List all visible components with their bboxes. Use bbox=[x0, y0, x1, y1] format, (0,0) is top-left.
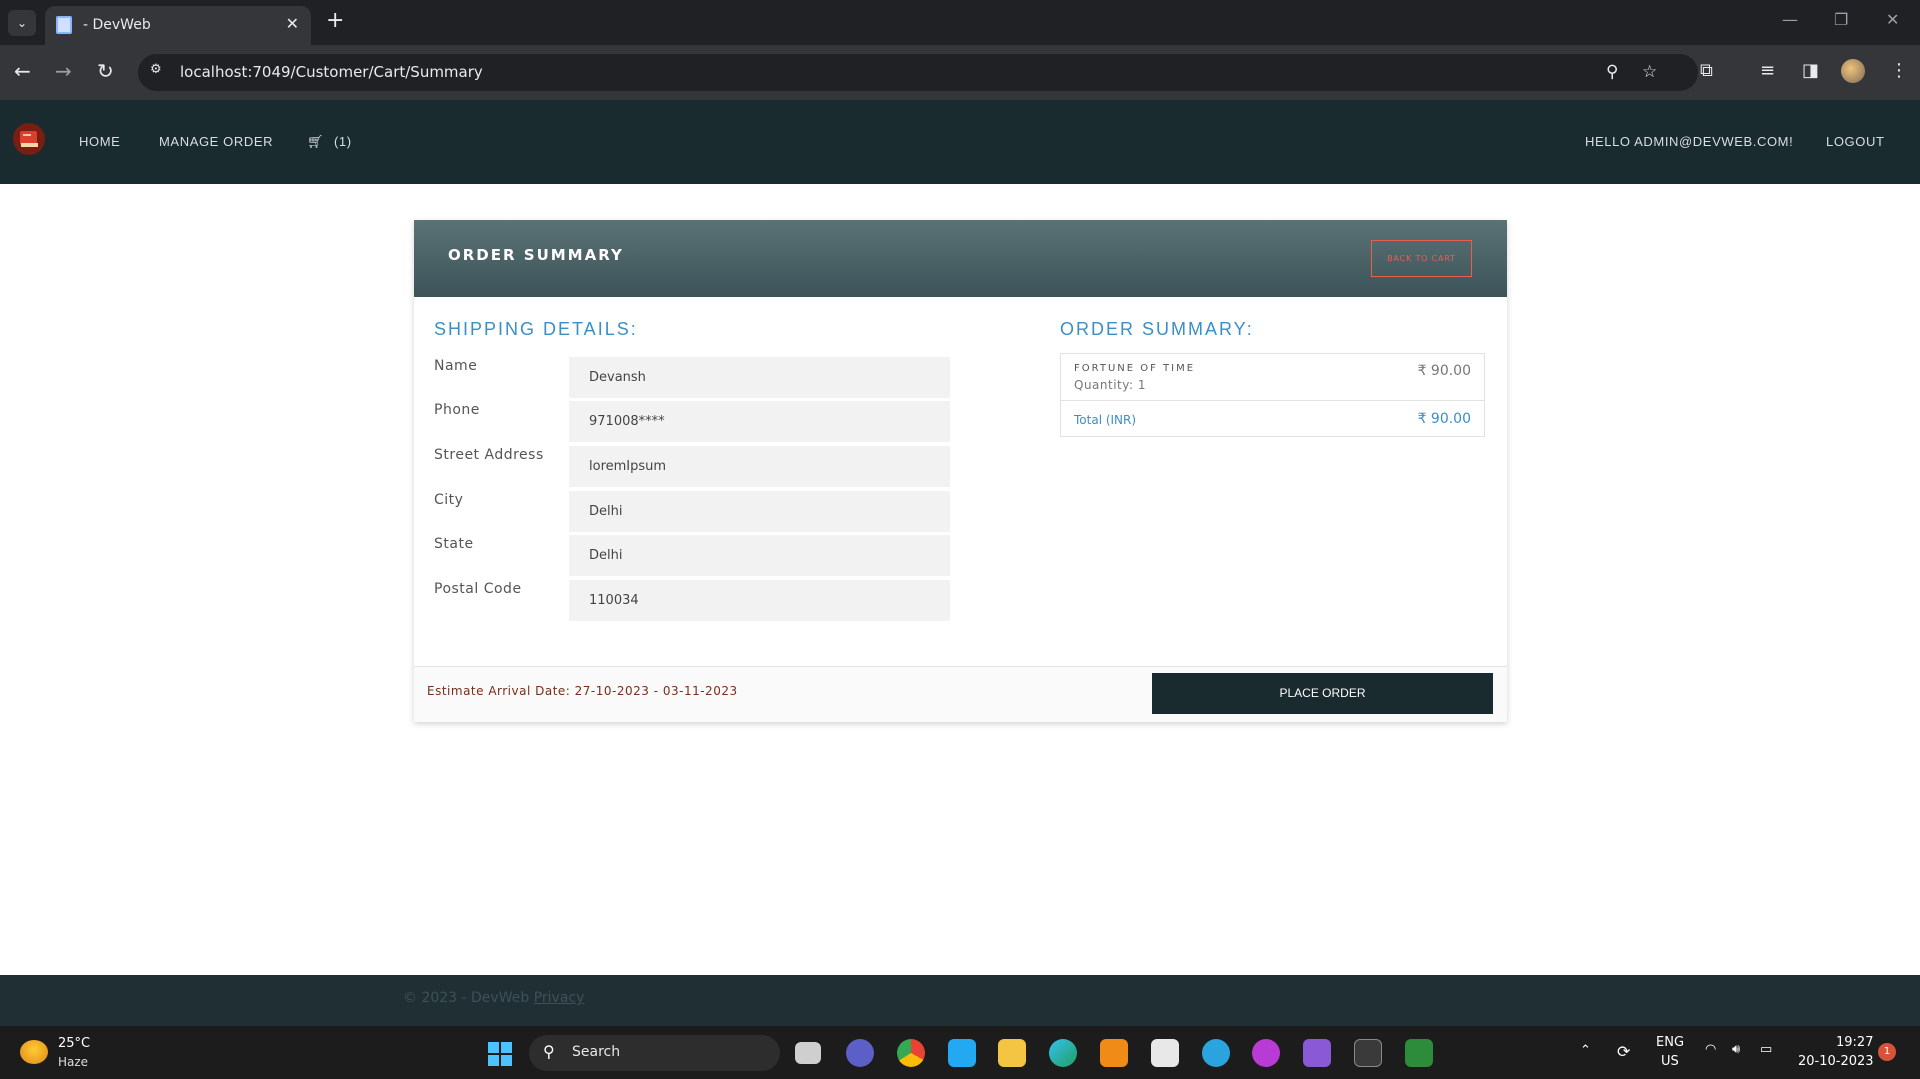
search-label: Search bbox=[572, 1044, 621, 1060]
item-title: FORTUNE OF TIME bbox=[1074, 363, 1196, 374]
card-title: ORDER SUMMARY bbox=[448, 246, 624, 264]
close-window-icon[interactable]: ✕ bbox=[1886, 10, 1899, 29]
weather-temperature[interactable]: 25°C bbox=[58, 1036, 90, 1051]
tab-search-button[interactable]: ⌄ bbox=[8, 10, 36, 36]
total-price: ₹ 90.00 bbox=[1417, 411, 1471, 427]
name-field[interactable] bbox=[569, 357, 950, 398]
extensions-icon[interactable]: ⧉ bbox=[1700, 60, 1713, 81]
teams-icon[interactable] bbox=[846, 1039, 874, 1067]
start-menu-icon[interactable] bbox=[488, 1042, 512, 1066]
back-to-cart-button[interactable]: BACK TO CART bbox=[1371, 240, 1472, 277]
taskbar-search[interactable]: ⚲ Search bbox=[529, 1035, 780, 1071]
city-label: City bbox=[434, 492, 464, 508]
bookmark-star-icon[interactable]: ☆ bbox=[1642, 62, 1657, 82]
chrome-icon[interactable] bbox=[897, 1039, 925, 1067]
privacy-link[interactable]: Privacy bbox=[534, 990, 585, 1006]
edge-icon[interactable] bbox=[1049, 1039, 1077, 1067]
list-item: FORTUNE OF TIME Quantity: 1 ₹ 90.00 bbox=[1061, 354, 1484, 401]
task-view-icon[interactable] bbox=[795, 1042, 821, 1064]
card-footer: Estimate Arrival Date: 27-10-2023 - 03-1… bbox=[414, 666, 1507, 722]
show-hidden-icons-icon[interactable]: ⌃ bbox=[1580, 1043, 1591, 1058]
minimize-icon[interactable]: — bbox=[1782, 10, 1798, 29]
user-greeting-link[interactable]: HELLO ADMIN@DEVWEB.COM! bbox=[1585, 134, 1793, 149]
cart-icon[interactable]: 🛒︎ bbox=[307, 134, 324, 150]
name-label: Name bbox=[434, 358, 478, 374]
reload-icon[interactable]: ↻ bbox=[97, 59, 114, 83]
card-header: ORDER SUMMARY BACK TO CART bbox=[414, 220, 1507, 297]
tab-close-icon[interactable]: ✕ bbox=[286, 14, 299, 33]
cart-count[interactable]: (1) bbox=[334, 134, 352, 149]
zoom-icon[interactable]: ⚲ bbox=[1606, 62, 1618, 82]
browser-tab[interactable]: - DevWeb ✕ bbox=[45, 6, 311, 45]
volume-icon[interactable]: 🔊︎ bbox=[1732, 1042, 1740, 1057]
telegram-icon[interactable] bbox=[1202, 1039, 1230, 1067]
street-address-label: Street Address bbox=[434, 447, 544, 463]
logout-link[interactable]: LOGOUT bbox=[1826, 134, 1885, 149]
state-field[interactable] bbox=[569, 535, 950, 576]
item-price: ₹ 90.00 bbox=[1417, 363, 1471, 379]
battery-icon[interactable]: ▭ bbox=[1760, 1042, 1772, 1057]
file-explorer-icon[interactable] bbox=[998, 1039, 1026, 1067]
clock-time[interactable]: 19:27 bbox=[1836, 1035, 1873, 1050]
snipping-tool-icon[interactable] bbox=[1151, 1039, 1179, 1067]
phone-label: Phone bbox=[434, 402, 480, 418]
tab-title: - DevWeb bbox=[83, 17, 151, 33]
sync-icon[interactable]: ⟳ bbox=[1617, 1042, 1630, 1061]
phone-field[interactable] bbox=[569, 401, 950, 442]
state-label: State bbox=[434, 536, 474, 552]
terminal-icon[interactable] bbox=[1354, 1039, 1382, 1067]
profile-avatar[interactable] bbox=[1841, 59, 1865, 83]
excel-icon[interactable] bbox=[1405, 1039, 1433, 1067]
copyright-label: © 2023 - DevWeb bbox=[403, 990, 530, 1006]
restore-icon[interactable]: ❐ bbox=[1834, 10, 1848, 29]
address-bar[interactable]: ⚙ localhost:7049/Customer/Cart/Summary ⚲… bbox=[138, 54, 1698, 91]
copyright-text: © 2023 - DevWeb Privacy bbox=[403, 990, 584, 1006]
browser-tab-strip: ⌄ - DevWeb ✕ + — ❐ ✕ bbox=[0, 0, 1920, 45]
wifi-icon[interactable]: ◠ bbox=[1705, 1042, 1716, 1057]
visual-studio-icon[interactable] bbox=[1303, 1039, 1331, 1067]
browser-menu-icon[interactable]: ⋮ bbox=[1890, 60, 1908, 81]
taskbar: 25°C Haze ⚲ Search ⌃ ⟳ ENG US ◠ 🔊︎ ▭ 19:… bbox=[0, 1026, 1920, 1079]
postal-code-label: Postal Code bbox=[434, 581, 522, 597]
browser-toolbar: ← → ↻ ⚙ localhost:7049/Customer/Cart/Sum… bbox=[0, 45, 1920, 100]
postal-code-field[interactable] bbox=[569, 580, 950, 621]
weather-haze-icon[interactable] bbox=[20, 1040, 48, 1064]
page-favicon-icon bbox=[56, 16, 72, 34]
place-order-button[interactable]: PLACE ORDER bbox=[1152, 673, 1493, 714]
clock-date[interactable]: 20-10-2023 bbox=[1798, 1054, 1874, 1069]
language-line-1[interactable]: ENG bbox=[1656, 1035, 1684, 1050]
address-url[interactable]: localhost:7049/Customer/Cart/Summary bbox=[180, 63, 483, 81]
shipping-details-heading: SHIPPING DETAILS: bbox=[434, 319, 638, 339]
wps-office-icon[interactable] bbox=[1252, 1039, 1280, 1067]
total-label: Total (INR) bbox=[1074, 413, 1137, 427]
weather-description[interactable]: Haze bbox=[58, 1055, 88, 1069]
street-address-field[interactable] bbox=[569, 446, 950, 487]
estimated-arrival: Estimate Arrival Date: 27-10-2023 - 03-1… bbox=[427, 684, 738, 698]
new-tab-icon[interactable]: + bbox=[326, 8, 344, 33]
sublime-text-icon[interactable] bbox=[1100, 1039, 1128, 1067]
search-icon: ⚲ bbox=[543, 1042, 555, 1061]
media-queue-icon[interactable]: ≡ bbox=[1760, 60, 1775, 81]
side-panel-icon[interactable]: ◨ bbox=[1802, 60, 1819, 81]
site-navbar: HOME MANAGE ORDER 🛒︎ (1) HELLO ADMIN@DEV… bbox=[0, 100, 1920, 184]
order-summary-heading: ORDER SUMMARY: bbox=[1060, 319, 1254, 339]
back-arrow-icon[interactable]: ← bbox=[14, 59, 31, 83]
nav-manage-order-link[interactable]: MANAGE ORDER bbox=[159, 134, 273, 149]
site-info-icon[interactable]: ⚙ bbox=[150, 62, 168, 80]
order-summary-list: FORTUNE OF TIME Quantity: 1 ₹ 90.00 Tota… bbox=[1060, 353, 1485, 437]
notification-badge[interactable]: 1 bbox=[1878, 1043, 1896, 1061]
book-logo-icon[interactable] bbox=[12, 122, 46, 156]
order-summary-card: ORDER SUMMARY BACK TO CART SHIPPING DETA… bbox=[414, 220, 1507, 722]
language-line-2[interactable]: US bbox=[1661, 1054, 1679, 1069]
city-field[interactable] bbox=[569, 491, 950, 532]
nav-home-link[interactable]: HOME bbox=[79, 134, 120, 149]
site-footer: © 2023 - DevWeb Privacy bbox=[0, 975, 1920, 1026]
item-quantity: Quantity: 1 bbox=[1074, 378, 1146, 392]
forward-arrow-icon[interactable]: → bbox=[55, 59, 72, 83]
vscode-icon[interactable] bbox=[948, 1039, 976, 1067]
